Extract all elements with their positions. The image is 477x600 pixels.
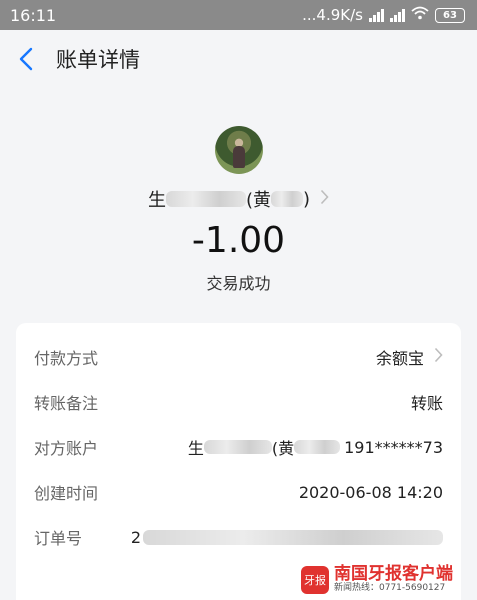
detail-row-counterparty: 对方账户 生 (黄 191******73	[16, 432, 461, 462]
status-time: 16:11	[10, 5, 57, 25]
transaction-status: 交易成功	[206, 274, 271, 293]
detail-label: 订单号	[34, 529, 83, 548]
counterparty-blurred	[203, 440, 272, 454]
payee-name-suffix: )	[303, 188, 311, 210]
detail-label: 对方账户	[34, 439, 99, 458]
signal-icon-2	[390, 8, 405, 22]
battery-icon: 63	[435, 7, 465, 23]
payee-name-blurred-2	[271, 191, 303, 207]
watermark-logo: 牙报	[301, 565, 329, 594]
network-speed: ...4.9K/s	[302, 6, 363, 24]
detail-label: 创建时间	[34, 484, 99, 503]
watermark-sub-text: 新闻热线：0771-5690127	[334, 583, 446, 594]
nav-bar: 账单详情	[0, 30, 477, 88]
detail-value: 余额宝	[376, 345, 443, 369]
payment-method-value: 余额宝	[375, 349, 424, 368]
watermark: 牙报 南国牙报客户端 新闻热线：0771-5690127	[301, 565, 453, 594]
detail-value: 转账	[410, 394, 443, 413]
chevron-right-icon	[434, 347, 443, 367]
payee-name[interactable]: 生 (黄 )	[0, 184, 477, 214]
wifi-icon	[411, 6, 429, 24]
watermark-main-text: 南国牙报客户端	[334, 564, 453, 585]
signal-icon	[369, 8, 384, 22]
back-icon[interactable]	[4, 30, 48, 88]
details-card: 付款方式 余额宝 转账备注 转账 对方账户 生 (黄 191******73 创…	[16, 323, 461, 600]
order-number-blurred	[143, 529, 443, 545]
chevron-right-icon	[320, 189, 329, 210]
detail-value: 生 (黄 191******73	[188, 435, 443, 459]
detail-value: 2	[131, 528, 443, 547]
payee-name-middle: (黄	[245, 190, 271, 211]
counterparty-prefix: 生	[187, 439, 204, 458]
transaction-header: 生 (黄 ) -1.00 交易成功	[0, 88, 477, 323]
page-title: 账单详情	[56, 48, 140, 72]
status-icons: ...4.9K/s 63	[302, 6, 465, 24]
avatar[interactable]	[215, 126, 263, 174]
detail-row-payment-method[interactable]: 付款方式 余额宝	[16, 342, 461, 372]
detail-label: 转账备注	[34, 394, 99, 413]
detail-label: 付款方式	[34, 349, 99, 368]
counterparty-blurred-2	[294, 440, 341, 454]
detail-row-order-number: 订单号 2	[16, 522, 461, 552]
counterparty-account: 191******73	[344, 437, 443, 457]
order-number-prefix: 2	[130, 527, 141, 547]
detail-row-created-time: 创建时间 2020-06-08 14:20	[16, 477, 461, 507]
payee-name-blurred	[165, 191, 246, 207]
detail-value: 2020-06-08 14:20	[298, 482, 443, 502]
detail-row-remark: 转账备注 转账	[16, 387, 461, 417]
payee-name-prefix: 生	[147, 190, 166, 211]
counterparty-middle: (黄	[271, 439, 295, 458]
status-bar: 16:11 ...4.9K/s 63	[0, 0, 477, 30]
transaction-amount: -1.00	[191, 220, 286, 261]
